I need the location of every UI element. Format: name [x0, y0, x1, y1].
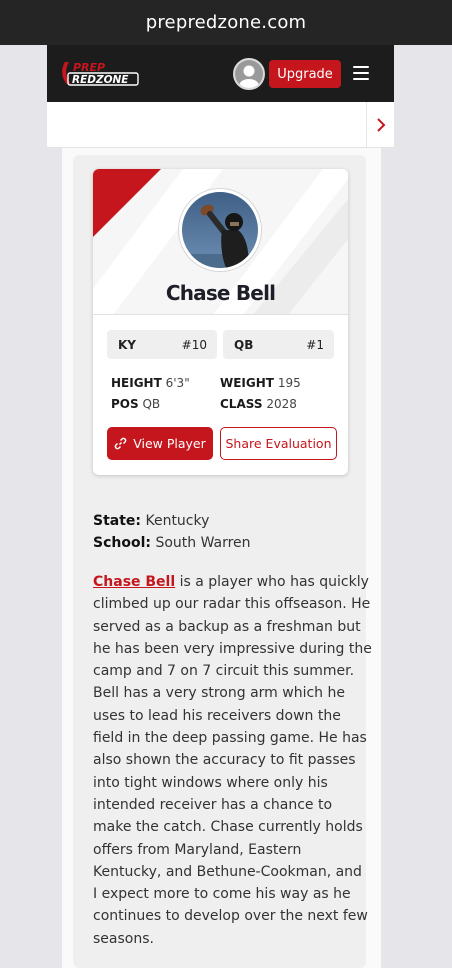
- article-line: served as a backup as a freshman but: [93, 618, 361, 635]
- position-abbr: QB: [234, 338, 254, 352]
- position-rank: #1: [306, 338, 324, 352]
- height-label: HEIGHT: [111, 376, 162, 390]
- height-value: 6'3": [165, 376, 190, 390]
- player-photo: [179, 189, 261, 271]
- article-line: into tight windows where only his: [93, 774, 328, 791]
- state-label: State:: [93, 513, 142, 529]
- article-line: camp and 7 on 7 circuit this summer.: [93, 663, 355, 680]
- article-line-text: is a player who has quickly: [175, 574, 369, 590]
- state-value: Kentucky: [145, 513, 210, 529]
- article-line: I expect more to come his way as he: [93, 886, 351, 903]
- logo-text-redzone: REDZONE: [72, 74, 129, 86]
- site-header: PREP REDZONE Upgrade: [47, 45, 394, 102]
- article-line: Bell has a very strong arm which he: [93, 685, 345, 702]
- state-number-pill: KY #10: [107, 330, 217, 359]
- school-value: South Warren: [155, 535, 251, 551]
- state-detail: State: Kentucky: [93, 513, 209, 529]
- article-line: seasons.: [93, 930, 154, 947]
- position-rank-pill: QB #1: [223, 330, 334, 359]
- weight-value: 195: [277, 376, 301, 390]
- article-line: field in the deep passing game. He has: [93, 730, 367, 747]
- subnav-bar: [47, 102, 394, 148]
- article-line: Chase Bell is a player who has quickly: [93, 571, 369, 593]
- article-line: make the catch. Chase currently holds: [93, 819, 363, 836]
- prep-redzone-logo[interactable]: PREP REDZONE: [61, 58, 141, 88]
- state-abbr: KY: [118, 338, 136, 352]
- url-text: prepredzone.com: [145, 12, 307, 33]
- article-line: offers from Maryland, Eastern: [93, 841, 302, 858]
- pos-stat: POS QB: [111, 397, 160, 411]
- user-avatar-icon[interactable]: [233, 58, 265, 90]
- article-line: he has been very impressive during the: [93, 640, 372, 657]
- player-card: Chase Bell KY #10 QB #1 HEIGHT 6'3" WEIG…: [93, 169, 348, 475]
- player-name-link[interactable]: Chase Bell: [93, 574, 175, 590]
- player-card-header: Chase Bell: [93, 169, 348, 315]
- view-player-label: View Player: [133, 436, 206, 451]
- school-label: School:: [93, 535, 151, 551]
- chevron-right-icon[interactable]: [366, 102, 394, 148]
- logo-text-prep: PREP: [73, 61, 105, 74]
- article-line: uses to lead his receivers down the: [93, 707, 341, 724]
- share-evaluation-button[interactable]: Share Evaluation: [220, 427, 337, 460]
- share-evaluation-label: Share Evaluation: [225, 436, 332, 451]
- article-line: climbed up our radar this offseason. He: [93, 596, 371, 613]
- view-player-button[interactable]: View Player: [107, 427, 213, 460]
- jersey-number: #10: [181, 338, 207, 352]
- player-name: Chase Bell: [165, 281, 276, 305]
- article-line: also shown the accuracy to fit passes: [93, 752, 356, 769]
- class-value: 2028: [266, 397, 297, 411]
- height-stat: HEIGHT 6'3": [111, 376, 190, 390]
- class-stat: CLASS 2028: [220, 397, 297, 411]
- pos-value: QB: [142, 397, 161, 411]
- article-line: continues to develop over the next few: [93, 908, 368, 925]
- pos-label: POS: [111, 397, 139, 411]
- browser-url-bar[interactable]: prepredzone.com: [0, 0, 452, 45]
- weight-stat: WEIGHT 195: [220, 376, 301, 390]
- weight-label: WEIGHT: [220, 376, 274, 390]
- class-label: CLASS: [220, 397, 263, 411]
- upgrade-button[interactable]: Upgrade: [269, 60, 341, 88]
- school-detail: School: South Warren: [93, 535, 251, 551]
- link-icon: [114, 437, 127, 450]
- hamburger-icon[interactable]: [353, 66, 369, 80]
- evaluation-text: Chase Bell is a player who has quickly c…: [93, 571, 372, 950]
- article-line: intended receiver has a chance to: [93, 796, 333, 813]
- article-line: Kentucky, and Bethune-Cookman, and: [93, 863, 362, 880]
